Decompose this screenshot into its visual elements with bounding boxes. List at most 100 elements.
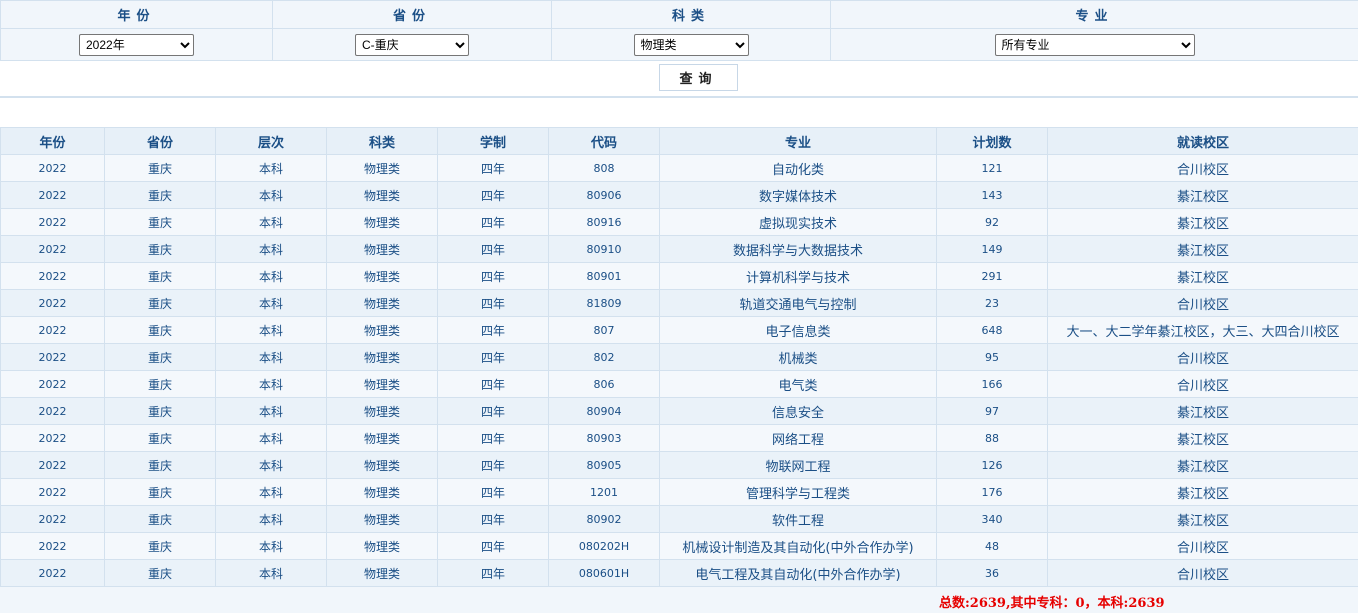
table-row: 2022 重庆 本科 物理类 四年 807 电子信息类 648 大一、大二学年綦江校区，大三、大… (0, 316, 1358, 344)
results-table: 年份 省份 层次 科类 学制 代码 专业 计划数 就读校区 2022 重庆 本科 物理类 四年 808 自动… (0, 127, 1358, 587)
cell-campus: 綦江校区 (1047, 181, 1358, 209)
cell-province: 重庆 (104, 289, 216, 317)
cell-plan-count: 143 (936, 181, 1048, 209)
table-row: 2022 重庆 本科 物理类 四年 802 机械类 95 合川校区 (0, 343, 1358, 371)
cell-plan-count: 23 (936, 289, 1048, 317)
cell-duration: 四年 (437, 424, 549, 452)
cell-code: 80905 (548, 451, 660, 479)
cell-code: 80902 (548, 505, 660, 533)
cell-plan-count: 121 (936, 154, 1048, 182)
province-select[interactable]: C-重庆 (355, 33, 469, 56)
cell-subject: 物理类 (326, 235, 438, 263)
cell-campus: 綦江校区 (1047, 478, 1358, 506)
cell-level: 本科 (215, 424, 327, 452)
cell-duration: 四年 (437, 343, 549, 371)
cell-year: 2022 (0, 505, 105, 533)
cell-year: 2022 (0, 370, 105, 398)
cell-code: 80906 (548, 181, 660, 209)
cell-campus: 綦江校区 (1047, 262, 1358, 290)
column-header-plan-count: 计划数 (936, 127, 1048, 155)
cell-level: 本科 (215, 451, 327, 479)
cell-province: 重庆 (104, 532, 216, 560)
cell-code: 806 (548, 370, 660, 398)
cell-plan-count: 36 (936, 559, 1048, 587)
cell-code: 80904 (548, 397, 660, 425)
cell-code: 80903 (548, 424, 660, 452)
cell-level: 本科 (215, 289, 327, 317)
cell-major: 数字媒体技术 (659, 181, 937, 209)
cell-subject: 物理类 (326, 559, 438, 587)
cell-campus: 綦江校区 (1047, 208, 1358, 236)
year-select[interactable]: 2022年 (79, 33, 194, 56)
cell-level: 本科 (215, 559, 327, 587)
cell-subject: 物理类 (326, 289, 438, 317)
cell-level: 本科 (215, 478, 327, 506)
subject-select[interactable]: 物理类 (633, 33, 749, 56)
cell-level: 本科 (215, 505, 327, 533)
cell-duration: 四年 (437, 154, 549, 182)
cell-code: 81809 (548, 289, 660, 317)
cell-province: 重庆 (104, 235, 216, 263)
cell-code: 080601H (548, 559, 660, 587)
major-select[interactable]: 所有专业 (994, 33, 1195, 56)
table-row: 2022 重庆 本科 物理类 四年 806 电气类 166 合川校区 (0, 370, 1358, 398)
table-row: 2022 重庆 本科 物理类 四年 080601H 电气工程及其自动化(中外合作办学) 36 合… (0, 559, 1358, 587)
cell-major: 电气工程及其自动化(中外合作办学) (659, 559, 937, 587)
cell-major: 机械类 (659, 343, 937, 371)
cell-province: 重庆 (104, 478, 216, 506)
cell-level: 本科 (215, 532, 327, 560)
cell-level: 本科 (215, 181, 327, 209)
cell-province: 重庆 (104, 154, 216, 182)
year-filter-label: 年份 (0, 0, 273, 29)
cell-subject: 物理类 (326, 262, 438, 290)
cell-level: 本科 (215, 397, 327, 425)
cell-campus: 綦江校区 (1047, 424, 1358, 452)
cell-duration: 四年 (437, 478, 549, 506)
cell-plan-count: 97 (936, 397, 1048, 425)
cell-level: 本科 (215, 343, 327, 371)
cell-year: 2022 (0, 343, 105, 371)
cell-code: 80916 (548, 208, 660, 236)
cell-code: 1201 (548, 478, 660, 506)
cell-code: 80910 (548, 235, 660, 263)
cell-duration: 四年 (437, 397, 549, 425)
query-button[interactable]: 查询 (659, 64, 738, 91)
cell-subject: 物理类 (326, 316, 438, 344)
cell-subject: 物理类 (326, 451, 438, 479)
cell-subject: 物理类 (326, 370, 438, 398)
cell-year: 2022 (0, 532, 105, 560)
cell-province: 重庆 (104, 397, 216, 425)
cell-campus: 合川校区 (1047, 343, 1358, 371)
total-summary: 总数:2639,其中专科：0，本科:2639 (939, 596, 1165, 611)
cell-level: 本科 (215, 235, 327, 263)
cell-major: 轨道交通电气与控制 (659, 289, 937, 317)
cell-campus: 合川校区 (1047, 559, 1358, 587)
column-header-campus: 就读校区 (1047, 127, 1358, 155)
table-row: 2022 重庆 本科 物理类 四年 80903 网络工程 88 綦江校区 (0, 424, 1358, 452)
cell-plan-count: 92 (936, 208, 1048, 236)
cell-code: 807 (548, 316, 660, 344)
cell-plan-count: 340 (936, 505, 1048, 533)
cell-subject: 物理类 (326, 154, 438, 182)
cell-duration: 四年 (437, 370, 549, 398)
table-row: 2022 重庆 本科 物理类 四年 80905 物联网工程 126 綦江校区 (0, 451, 1358, 479)
cell-subject: 物理类 (326, 208, 438, 236)
cell-province: 重庆 (104, 262, 216, 290)
cell-year: 2022 (0, 424, 105, 452)
cell-province: 重庆 (104, 505, 216, 533)
cell-year: 2022 (0, 181, 105, 209)
cell-plan-count: 95 (936, 343, 1048, 371)
column-header-duration: 学制 (437, 127, 549, 155)
cell-year: 2022 (0, 316, 105, 344)
cell-major: 虚拟现实技术 (659, 208, 937, 236)
cell-plan-count: 48 (936, 532, 1048, 560)
table-row: 2022 重庆 本科 物理类 四年 1201 管理科学与工程类 176 綦江校区 (0, 478, 1358, 506)
summary-bar: 总数:2639,其中专科：0，本科:2639 (0, 587, 1358, 613)
cell-year: 2022 (0, 235, 105, 263)
cell-plan-count: 166 (936, 370, 1048, 398)
cell-campus: 大一、大二学年綦江校区，大三、大四合川校区 (1047, 316, 1358, 344)
cell-level: 本科 (215, 316, 327, 344)
cell-major: 电气类 (659, 370, 937, 398)
cell-campus: 合川校区 (1047, 154, 1358, 182)
table-row: 2022 重庆 本科 物理类 四年 80901 计算机科学与技术 291 綦江校区 (0, 262, 1358, 290)
